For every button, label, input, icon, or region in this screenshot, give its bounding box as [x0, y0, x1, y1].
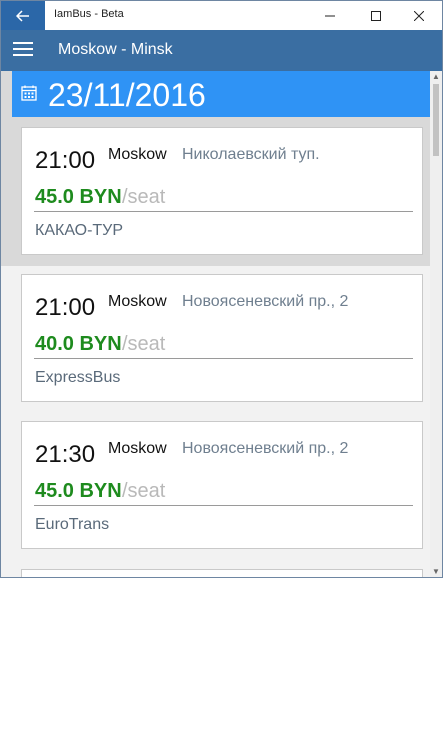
- route-title: Moskow - Minsk: [58, 41, 173, 58]
- price-unit: /seat: [122, 186, 166, 208]
- app-title: IamBus - Beta: [54, 8, 124, 20]
- departure-time: 21:00: [35, 294, 96, 321]
- trip-price: 45.0 BYN: [35, 186, 122, 208]
- app-window: IamBus - Beta Moskow - Minsk 23/11/2016 …: [0, 0, 443, 578]
- card-divider: [34, 211, 413, 212]
- bus-company: EuroTrans: [35, 516, 110, 533]
- date-label: 23/11/2016: [48, 77, 206, 113]
- trip-card[interactable]: 21:00 Moskow Новоясеневский пр., 2 40.0 …: [21, 274, 423, 402]
- maximize-icon: [371, 10, 381, 21]
- date-header: 23/11/2016: [12, 71, 430, 117]
- bus-company: ExpressBus: [35, 369, 121, 386]
- trip-card[interactable]: [21, 569, 423, 577]
- departure-time: 21:30: [35, 441, 96, 468]
- hamburger-icon: [13, 42, 33, 56]
- departure-city: Moskow: [108, 293, 167, 310]
- maximize-button[interactable]: [353, 1, 399, 30]
- card-divider: [34, 505, 413, 506]
- trip-card[interactable]: 21:00 Moskow Николаевский туп. 45.0 BYN …: [21, 127, 423, 255]
- back-button[interactable]: [1, 1, 45, 30]
- bus-company: КАКАО-ТУР: [35, 222, 124, 239]
- scroll-up-icon[interactable]: ▲: [430, 72, 442, 82]
- scroll-down-icon[interactable]: ▼: [430, 567, 442, 577]
- calendar-icon: [21, 85, 37, 101]
- price-unit: /seat: [122, 480, 166, 502]
- price-unit: /seat: [122, 333, 166, 355]
- departure-stop: Новоясеневский пр., 2: [182, 293, 349, 310]
- departure-stop: Новоясеневский пр., 2: [182, 440, 349, 457]
- trip-price: 40.0 BYN: [35, 333, 122, 355]
- minimize-icon: [325, 15, 335, 16]
- close-button[interactable]: [396, 1, 442, 30]
- departure-city: Moskow: [108, 146, 167, 163]
- trip-price: 45.0 BYN: [35, 480, 122, 502]
- close-icon: [414, 10, 424, 21]
- card-divider: [34, 358, 413, 359]
- scrollbar-thumb[interactable]: [433, 84, 439, 156]
- departure-stop: Николаевский туп.: [182, 146, 320, 163]
- minimize-button[interactable]: [307, 1, 353, 30]
- title-bar: IamBus - Beta: [1, 1, 442, 30]
- departure-time: 21:00: [35, 147, 96, 174]
- menu-button[interactable]: [13, 42, 33, 58]
- arrow-left-icon: [16, 9, 29, 22]
- scrollbar[interactable]: ▲ ▼: [430, 71, 442, 577]
- trip-list[interactable]: 23/11/2016 21:00 Moskow Николаевский туп…: [1, 71, 430, 577]
- app-header: Moskow - Minsk: [1, 30, 442, 71]
- departure-city: Moskow: [108, 440, 167, 457]
- trip-card[interactable]: 21:30 Moskow Новоясеневский пр., 2 45.0 …: [21, 421, 423, 549]
